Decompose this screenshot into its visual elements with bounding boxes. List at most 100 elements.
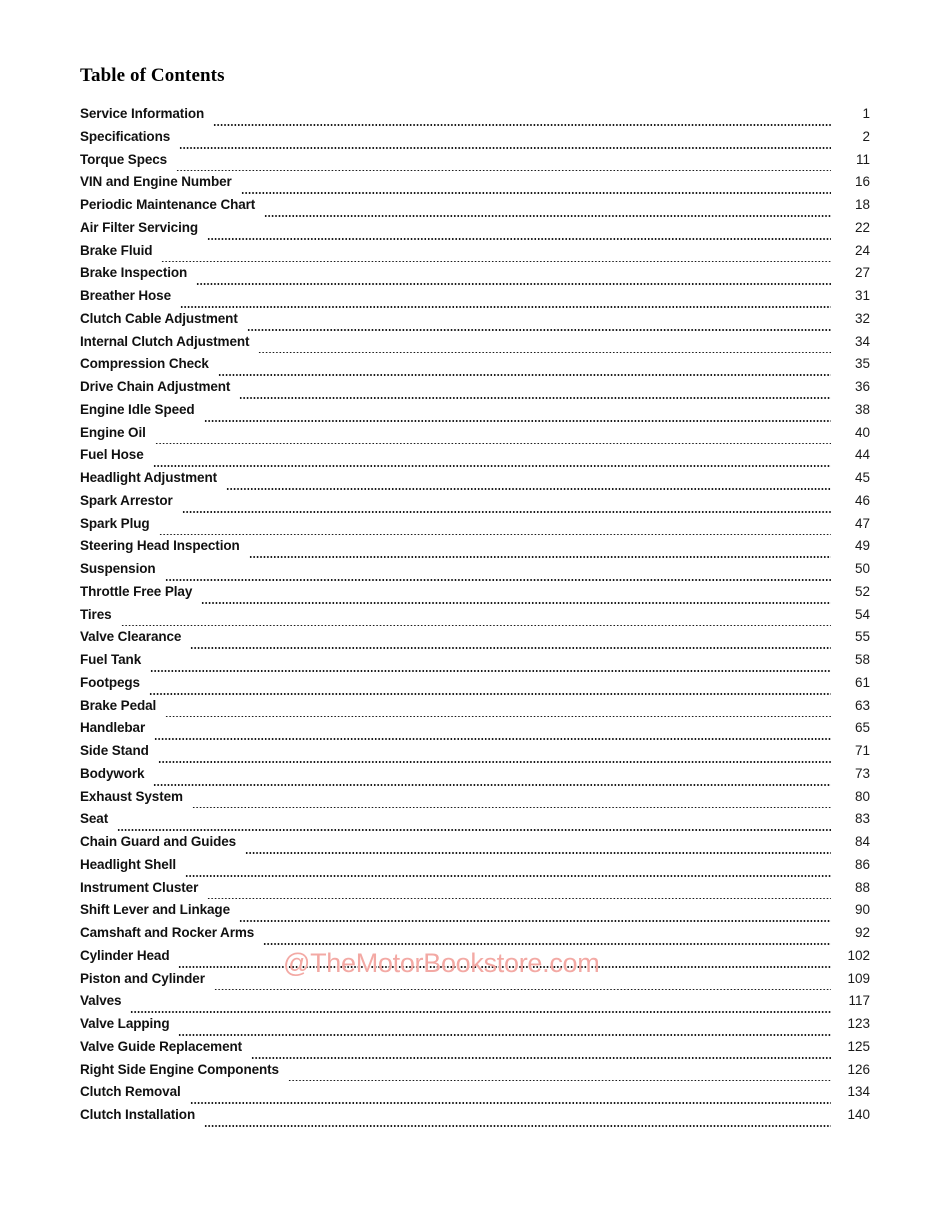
toc-entry-label: Internal Clutch Adjustment [80, 333, 250, 349]
toc-entry-label: Right Side Engine Components [80, 1061, 279, 1077]
toc-entry-page-number: 47 [854, 515, 870, 531]
toc-entry[interactable]: Valve Guide Replacement 125 [80, 1039, 870, 1062]
toc-entry-page-number: 125 [847, 1038, 870, 1054]
toc-entry[interactable]: Valves 117 [80, 993, 870, 1016]
toc-entry[interactable]: Valve Clearance 55 [80, 629, 870, 652]
toc-entry-label: Valve Lapping [80, 1016, 170, 1031]
toc-entry-label: Clutch Removal [80, 1084, 181, 1100]
toc-entry[interactable]: Internal Clutch Adjustment 34 [80, 334, 870, 357]
toc-entry-page-number: 102 [847, 947, 870, 963]
toc-entry[interactable]: Chain Guard and Guides 84 [80, 834, 870, 857]
toc-dot-leader [196, 274, 831, 288]
toc-entry-page-number: 92 [854, 925, 870, 940]
toc-dot-leader [190, 638, 831, 652]
toc-entry-label: Suspension [80, 561, 156, 576]
toc-entry-page-number: 65 [854, 720, 870, 736]
toc-entry-page-number: 18 [854, 197, 870, 212]
toc-entry-page-number: 46 [854, 492, 870, 508]
toc-entry[interactable]: Handlebar 65 [80, 720, 870, 743]
toc-entry[interactable]: Service Information 1 [80, 106, 870, 129]
toc-entry-label: Throttle Free Play [80, 583, 193, 599]
toc-entry[interactable]: Throttle Free Play 52 [80, 584, 870, 607]
toc-entry-label: Shift Lever and Linkage [80, 902, 230, 918]
toc-entry[interactable]: Cylinder Head 102 [80, 948, 870, 971]
toc-entry[interactable]: Fuel Tank 58 [80, 652, 870, 675]
toc-entry-page-number: 49 [854, 538, 870, 554]
toc-entry[interactable]: Spark Arrestor 46 [80, 493, 870, 516]
toc-entry[interactable]: Compression Check 35 [80, 356, 870, 379]
toc-entry[interactable]: Bodywork 73 [80, 766, 870, 789]
toc-entry[interactable]: Piston and Cylinder 109 [80, 971, 870, 994]
toc-entry-page-number: 16 [854, 174, 870, 190]
toc-entry[interactable]: VIN and Engine Number 16 [80, 174, 870, 197]
toc-entry[interactable]: Engine Oil 40 [80, 425, 870, 448]
toc-entry[interactable]: Fuel Hose 44 [80, 447, 870, 470]
toc-dot-leader [203, 411, 831, 425]
toc-dot-leader [152, 456, 831, 470]
toc-entry-page-number: 58 [854, 652, 870, 667]
toc-dot-leader [148, 684, 831, 698]
toc-entry[interactable]: Clutch Installation 140 [80, 1107, 870, 1130]
toc-entry-page-number: 40 [854, 424, 870, 440]
toc-dot-leader [213, 115, 831, 129]
toc-entry[interactable]: Right Side Engine Components 126 [80, 1062, 870, 1085]
toc-dot-leader [240, 183, 831, 197]
toc-dot-leader [117, 820, 831, 834]
toc-entry-page-number: 50 [854, 561, 870, 576]
toc-entry-page-number: 38 [854, 401, 870, 417]
toc-entry-label: Torque Specs [80, 151, 168, 167]
toc-entry[interactable]: Breather Hose 31 [80, 288, 870, 311]
document-page: Table of Contents Service Information 1 Sp… [0, 0, 950, 1229]
toc-entry-page-number: 134 [847, 1084, 870, 1100]
toc-entry[interactable]: Steering Head Inspection 49 [80, 538, 870, 561]
toc-entry[interactable]: Brake Pedal 63 [80, 698, 870, 721]
toc-entry[interactable]: Seat 83 [80, 811, 870, 834]
toc-entry[interactable]: Instrument Cluster 88 [80, 880, 870, 903]
toc-entry[interactable]: Spark Plug 47 [80, 516, 870, 539]
toc-entry-label: Periodic Maintenance Chart [80, 197, 256, 212]
toc-dot-leader [217, 365, 831, 379]
toc-entry[interactable]: Specifications 2 [80, 129, 870, 152]
toc-entry-page-number: 24 [854, 242, 870, 258]
toc-entry[interactable]: Exhaust System 80 [80, 789, 870, 812]
toc-entry[interactable]: Shift Lever and Linkage 90 [80, 902, 870, 925]
toc-entry[interactable]: Valve Lapping 123 [80, 1016, 870, 1039]
toc-entry-label: Brake Pedal [80, 697, 157, 713]
toc-dot-leader [181, 502, 831, 516]
toc-entry-label: Side Stand [80, 743, 149, 758]
toc-dot-leader [154, 729, 831, 743]
toc-entry[interactable]: Drive Chain Adjustment 36 [80, 379, 870, 402]
toc-entry[interactable]: Headlight Adjustment 45 [80, 470, 870, 493]
toc-entry-label: Fuel Hose [80, 447, 144, 463]
toc-entry-page-number: 54 [854, 606, 870, 622]
toc-entry[interactable]: Clutch Removal 134 [80, 1084, 870, 1107]
toc-entry-label: Chain Guard and Guides [80, 834, 237, 849]
toc-entry[interactable]: Tires 54 [80, 607, 870, 630]
toc-entry-page-number: 63 [854, 697, 870, 713]
toc-entry[interactable]: Engine Idle Speed 38 [80, 402, 870, 425]
toc-entry[interactable]: Clutch Cable Adjustment 32 [80, 311, 870, 334]
toc-entry-label: Footpegs [80, 674, 140, 690]
toc-entry[interactable]: Suspension 50 [80, 561, 870, 584]
toc-entry-page-number: 11 [855, 151, 870, 167]
toc-dot-leader [251, 1048, 831, 1062]
toc-entry[interactable]: Periodic Maintenance Chart 18 [80, 197, 870, 220]
toc-entry[interactable]: Air Filter Servicing 22 [80, 220, 870, 243]
toc-dot-leader [165, 706, 831, 720]
toc-entry[interactable]: Camshaft and Rocker Arms 92 [80, 925, 870, 948]
toc-entry-page-number: 90 [854, 902, 870, 918]
toc-entry[interactable]: Torque Specs 11 [80, 152, 870, 175]
toc-entry[interactable]: Brake Fluid 24 [80, 243, 870, 266]
toc-dot-leader [178, 957, 831, 971]
toc-entry-label: Service Information [80, 106, 205, 121]
toc-entry[interactable]: Footpegs 61 [80, 675, 870, 698]
toc-entry-label: Headlight Adjustment [80, 470, 218, 485]
toc-entry[interactable]: Brake Inspection 27 [80, 265, 870, 288]
toc-entry[interactable]: Headlight Shell 86 [80, 857, 870, 880]
toc-dot-leader [154, 433, 831, 447]
toc-entry-label: Piston and Cylinder [80, 970, 205, 986]
toc-entry-label: Fuel Tank [80, 652, 142, 667]
toc-dot-leader [201, 593, 831, 607]
toc-entry[interactable]: Side Stand 71 [80, 743, 870, 766]
toc-dot-leader [189, 1093, 831, 1107]
